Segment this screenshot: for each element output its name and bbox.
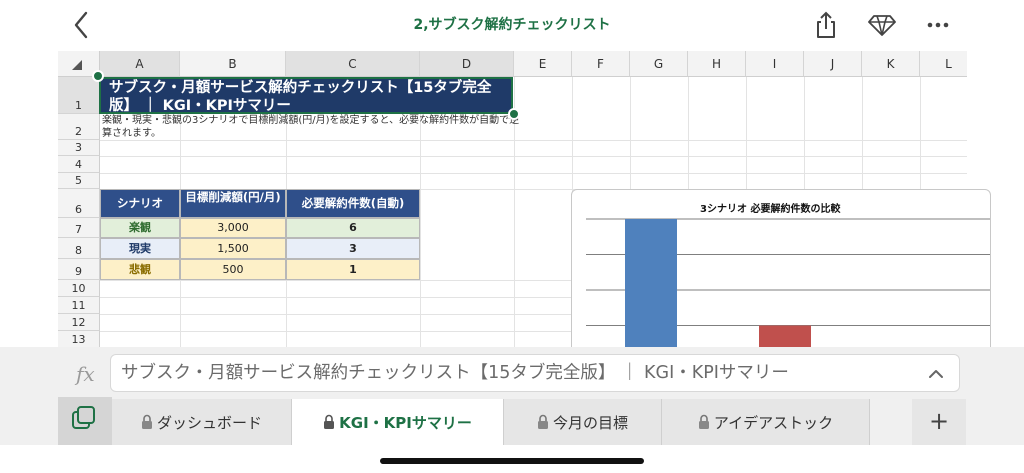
row-header-1[interactable]: 1 <box>58 77 100 114</box>
gridline <box>100 173 967 174</box>
title-cell-selected[interactable]: サブスク・月額サービス解約チェックリスト【15タブ完全版】 ｜ KGI・KPIサ… <box>99 77 513 114</box>
row-header-label: 1 <box>75 99 82 112</box>
gridline <box>100 156 967 157</box>
lock-icon <box>141 414 152 429</box>
scenario-cell-pessimistic[interactable]: 悲観 <box>100 259 180 280</box>
tab-dashboard[interactable]: ダッシュボード <box>112 399 292 445</box>
tab-idea-stock[interactable]: アイデアストック <box>662 399 870 445</box>
tab-label: ダッシュボード <box>156 413 262 432</box>
row-header-label: 10 <box>71 282 86 295</box>
row-header-2[interactable]: 2 <box>58 114 100 140</box>
column-header-f[interactable]: F <box>572 51 630 77</box>
column-header-i[interactable]: I <box>746 51 804 77</box>
row-header-label: 5 <box>75 174 82 187</box>
row-header-6[interactable]: 6 <box>58 189 100 218</box>
row-header-label: 2 <box>75 125 82 138</box>
selection-handle-top-left[interactable] <box>92 70 104 82</box>
row-header-10[interactable]: 10 <box>58 280 100 297</box>
chart-bar-1 <box>625 219 677 358</box>
document-title: 2,サブスク解約チェックリスト <box>413 17 611 33</box>
row-header-label: 7 <box>75 223 82 236</box>
scenario-cell-optimistic[interactable]: 楽観 <box>100 218 180 238</box>
tab-kgi-kpi-summary[interactable]: KGI・KPIサマリー <box>292 399 504 445</box>
tab-monthly-goal[interactable]: 今月の目標 <box>504 399 662 445</box>
more-icon[interactable] <box>924 12 952 38</box>
tab-label: 今月の目標 <box>552 413 628 432</box>
row-header-label: 8 <box>75 244 82 257</box>
home-indicator <box>380 458 644 464</box>
table-header-scenario[interactable]: シナリオ <box>100 189 180 218</box>
target-cell-optimistic[interactable]: 3,000 <box>180 218 286 238</box>
share-icon[interactable] <box>812 10 840 40</box>
bar-chart <box>586 218 990 358</box>
target-cell-realistic[interactable]: 1,500 <box>180 238 286 259</box>
row-header-3[interactable]: 3 <box>58 140 100 156</box>
count-cell-pessimistic[interactable]: 1 <box>286 259 420 280</box>
row-header-label: 11 <box>71 299 86 312</box>
select-all-triangle-icon <box>72 60 82 70</box>
column-header-l[interactable]: L <box>920 51 967 77</box>
gridline <box>100 140 967 141</box>
count-cell-optimistic[interactable]: 6 <box>286 218 420 238</box>
row-header-8[interactable]: 8 <box>58 238 100 259</box>
description-text: 楽観・現実・悲観の3シナリオで目標削減額(円/月)を設定すると、必要な解約件数が… <box>102 115 520 139</box>
row-header-12[interactable]: 12 <box>58 314 100 331</box>
row-header-9[interactable]: 9 <box>58 259 100 280</box>
tab-label: KGI・KPIサマリー <box>339 413 472 432</box>
chevron-up-icon[interactable] <box>926 364 946 384</box>
scenario-cell-realistic[interactable]: 現実 <box>100 238 180 259</box>
row-header-label: 3 <box>75 141 82 154</box>
tab-label: アイデアストック <box>713 413 834 432</box>
lock-icon <box>324 414 335 429</box>
column-header-j[interactable]: J <box>804 51 862 77</box>
lock-icon <box>537 414 548 429</box>
formula-input[interactable]: サブスク・月額サービス解約チェックリスト【15タブ完全版】 ｜ KGI・KPIサ… <box>110 354 960 392</box>
column-header-e[interactable]: E <box>514 51 572 77</box>
target-cell-pessimistic[interactable]: 500 <box>180 259 286 280</box>
sheet-list-button[interactable] <box>58 397 112 445</box>
lock-icon <box>698 414 709 429</box>
count-cell-realistic[interactable]: 3 <box>286 238 420 259</box>
column-header-d[interactable]: D <box>420 51 514 77</box>
column-header-g[interactable]: G <box>630 51 688 77</box>
selection-handle-bottom-right[interactable] <box>508 108 520 120</box>
row-header-label: 13 <box>71 333 86 346</box>
row-header-4[interactable]: 4 <box>58 156 100 173</box>
table-header-count[interactable]: 必要解約件数(自動) <box>286 189 420 218</box>
row-header-label: 6 <box>75 203 82 216</box>
row-header-11[interactable]: 11 <box>58 297 100 314</box>
chart-title: 3シナリオ 必要解約件数の比較 <box>700 204 841 215</box>
column-header-c[interactable]: C <box>286 51 420 77</box>
column-header-a[interactable]: A <box>100 51 180 77</box>
row-header-label: 4 <box>75 158 82 171</box>
column-header-b[interactable]: B <box>180 51 286 77</box>
row-header-5[interactable]: 5 <box>58 173 100 189</box>
row-header-7[interactable]: 7 <box>58 218 100 238</box>
diamond-icon[interactable] <box>868 12 896 38</box>
fx-icon: fx <box>76 362 95 386</box>
column-header-h[interactable]: H <box>688 51 746 77</box>
row-header-label: 12 <box>71 316 86 329</box>
table-header-target[interactable]: 目標削減額(円/月) <box>180 189 286 218</box>
add-sheet-button[interactable]: + <box>912 399 966 445</box>
row-header-13[interactable]: 13 <box>58 331 100 347</box>
back-chevron-icon[interactable] <box>68 8 96 42</box>
row-header-label: 9 <box>75 265 82 278</box>
sheets-icon <box>72 406 95 429</box>
column-header-k[interactable]: K <box>862 51 920 77</box>
